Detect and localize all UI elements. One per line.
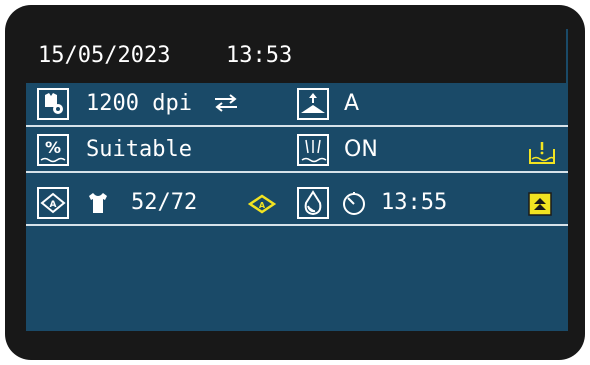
status-row-media: % Suitable ON (26, 129, 568, 173)
status-header: 15/05/2023 13:53 (26, 29, 566, 83)
tshirt-gear-icon (36, 87, 70, 121)
drop-icon (296, 186, 330, 220)
svg-text:A: A (259, 201, 266, 210)
scroll-up-icon[interactable] (528, 192, 552, 216)
pass-mode-text: A (344, 91, 360, 116)
finish-time-text: 13:55 (381, 190, 448, 215)
heater-icon (296, 133, 330, 167)
cap-warning-icon: A (248, 194, 276, 214)
ink-drop-icon: A (36, 186, 70, 220)
timer-icon (341, 191, 367, 217)
heater-status-text: ON (344, 137, 378, 162)
svg-text:A: A (50, 200, 57, 210)
swap-arrows-icon (213, 94, 239, 112)
header-time: 13:53 (226, 43, 293, 68)
job-count-text: 52/72 (131, 190, 198, 215)
media-status-text: Suitable (86, 137, 192, 162)
resolution-text: 1200 dpi (86, 91, 192, 116)
screen-edge (566, 31, 568, 83)
svg-text:%: % (45, 138, 61, 157)
percent-water-icon: % (36, 133, 70, 167)
status-row-job: A 52/72 A 13:55 (26, 182, 568, 226)
tshirt-icon (86, 191, 110, 215)
status-row-resolution: 1200 dpi A (26, 83, 568, 127)
ink-tank-warning-icon (528, 141, 556, 165)
platen-up-icon[interactable] (296, 87, 330, 121)
header-date: 15/05/2023 (38, 43, 171, 68)
